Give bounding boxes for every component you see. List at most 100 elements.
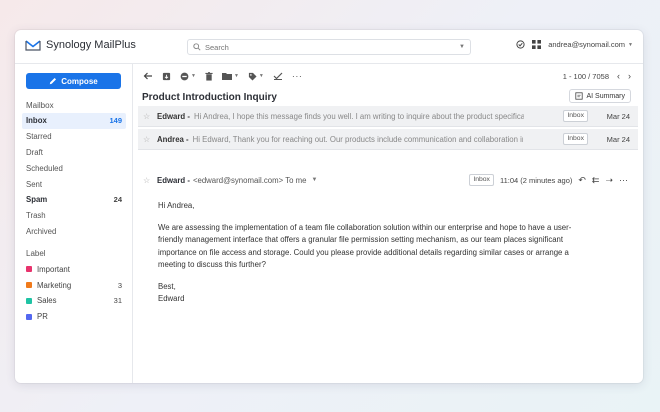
sidebar-item-scheduled[interactable]: Scheduled [22,160,126,176]
mark-read-check-icon[interactable] [273,72,283,80]
body-signature: Edward [158,294,185,303]
sidebar-item-sent[interactable]: Sent [22,176,126,192]
more-options-icon[interactable]: ··· [619,175,628,185]
message-snippet: Hi Andrea, I hope this message finds you… [193,111,524,121]
sidebar-item-draft[interactable]: Draft [22,145,126,161]
star-icon[interactable]: ☆ [143,135,153,144]
block-icon [180,72,189,81]
pencil-icon [49,77,57,85]
label-item-left: Marketing [26,281,71,290]
label-item-left: PR [26,312,48,321]
open-message-actions: Inbox 11:04 (2 minutes ago) ↶ ⇇ ➝ ··· [469,174,628,186]
sidebar: Compose Mailbox Inbox 149 Starred Draft Sche… [15,64,133,383]
star-icon[interactable]: ☆ [143,112,153,121]
compose-button[interactable]: Compose [26,73,121,89]
account-email: andrea@synomail.com [548,40,626,49]
sidebar-item-trash[interactable]: Trash [22,208,126,224]
unread-count: 24 [113,195,122,205]
sidebar-item-label: Inbox [26,116,47,126]
top-right-controls: andrea@synomail.com ▼ [516,40,633,49]
label-item-label: Marketing [37,280,72,290]
ai-summary-button[interactable]: AI Summary [569,89,631,103]
open-message: ☆ Edward - <edward@synomail.com> To me ▼… [138,172,638,315]
thread-message-row[interactable]: ☆ Edward - Hi Andrea, I hope this message … [138,106,638,127]
sidebar-item-spam[interactable]: Spam 24 [22,192,126,208]
account-chevron-down-icon: ▼ [628,41,633,48]
mailbox-section-label: Mailbox [26,101,54,110]
trash-icon[interactable] [205,71,213,81]
prev-page-chevron-left-icon[interactable]: ‹ [617,71,620,81]
body-greeting: Hi Andrea, [158,201,195,210]
sidebar-item-label: Archived [26,226,57,236]
open-message-sender[interactable]: Edward - [157,176,190,185]
sidebar-item-label: Scheduled [26,163,63,173]
task-check-icon[interactable] [516,40,525,49]
open-message-body: Hi Andrea, We are assessing the implemen… [158,200,588,306]
open-message-time: 11:04 (2 minutes ago) [499,175,573,185]
label-item-pr[interactable]: PR [22,309,126,325]
subject-bar: Product Introduction Inquiry AI Summary [133,88,643,106]
open-message-header: ☆ Edward - <edward@synomail.com> To me ▼… [138,172,638,188]
archive-icon[interactable] [162,72,171,81]
account-menu[interactable]: andrea@synomail.com ▼ [548,40,633,49]
block-menu-button[interactable]: ▼ [180,72,196,81]
recipient-details-chevron-down-icon[interactable]: ▼ [311,177,317,183]
label-item-label: Sales [37,296,57,306]
label-item-left: Sales [26,296,57,305]
compose-label: Compose [61,76,98,86]
message-sender: Andrea - [157,134,189,144]
sidebar-item-label: Draft [26,147,43,157]
next-page-chevron-right-icon[interactable]: › [628,71,631,81]
label-tag-button[interactable]: ▼ [248,72,264,81]
label-count: 3 [117,280,122,290]
sidebar-item-label: Sent [26,179,43,189]
mail-window: Synology MailPlus ▼ andrea@synomail.com … [15,30,643,383]
top-bar: Synology MailPlus ▼ andrea@synomail.com … [15,30,643,64]
brand[interactable]: Synology MailPlus [25,39,136,51]
label-item-marketing[interactable]: Marketing 3 [22,277,126,293]
chevron-down-icon: ▼ [233,73,239,79]
label-color-swatch [26,313,32,320]
back-arrow-icon[interactable] [143,72,153,80]
label-section-label: Label [26,249,46,259]
sidebar-item-inbox[interactable]: Inbox 149 [22,113,126,129]
search-options-chevron-down-icon[interactable]: ▼ [459,44,465,50]
main-pane: ▼ ▼ ▼ ··· 1 - 100 / 7058 ‹ › Product Int… [133,64,643,383]
label-color-swatch [26,266,32,273]
reply-all-icon[interactable]: ⇇ [592,175,600,186]
label-item-label: PR [37,312,48,322]
sidebar-item-archived[interactable]: Archived [22,224,126,240]
forward-icon[interactable]: ➝ [605,175,613,186]
search-box[interactable]: ▼ [187,39,471,55]
body-paragraph: We are assessing the implementation of a… [158,222,572,270]
pager-range: 1 - 100 / 7058 [562,71,609,81]
reply-icon[interactable]: ↶ [578,175,586,186]
message-tag[interactable]: Inbox [563,110,588,122]
sidebar-item-label: Spam [26,195,48,205]
thread-message-row[interactable]: ☆ Andrea - Hi Edward, Thank you for reachi… [138,129,638,150]
unread-count: 149 [109,116,122,126]
pager: 1 - 100 / 7058 ‹ › [563,71,631,81]
message-sender: Edward - [157,111,190,121]
folder-icon [221,72,232,80]
move-folder-button[interactable]: ▼ [221,72,239,80]
label-item-important[interactable]: Important [22,261,126,277]
sidebar-item-label: Trash [26,211,46,221]
chevron-down-icon: ▼ [191,73,196,79]
more-options-icon[interactable]: ··· [292,71,303,81]
label-color-swatch [26,282,32,289]
open-message-tag[interactable]: Inbox [469,174,494,186]
star-icon[interactable]: ☆ [143,176,153,185]
label-count: 31 [113,296,122,306]
sidebar-item-starred[interactable]: Starred [22,129,126,145]
label-item-sales[interactable]: Sales 31 [22,293,126,309]
thread-subject: Product Introduction Inquiry [142,91,277,103]
search-input[interactable] [205,42,456,52]
label-color-swatch [26,297,32,304]
apps-grid-icon[interactable] [532,40,542,49]
message-toolbar: ▼ ▼ ▼ ··· 1 - 100 / 7058 ‹ › [133,64,643,88]
search-icon [193,43,201,51]
message-tag[interactable]: Inbox [563,133,588,145]
tag-icon [248,72,257,81]
label-list: Important Marketing 3 Sales 31 PR [15,261,132,324]
